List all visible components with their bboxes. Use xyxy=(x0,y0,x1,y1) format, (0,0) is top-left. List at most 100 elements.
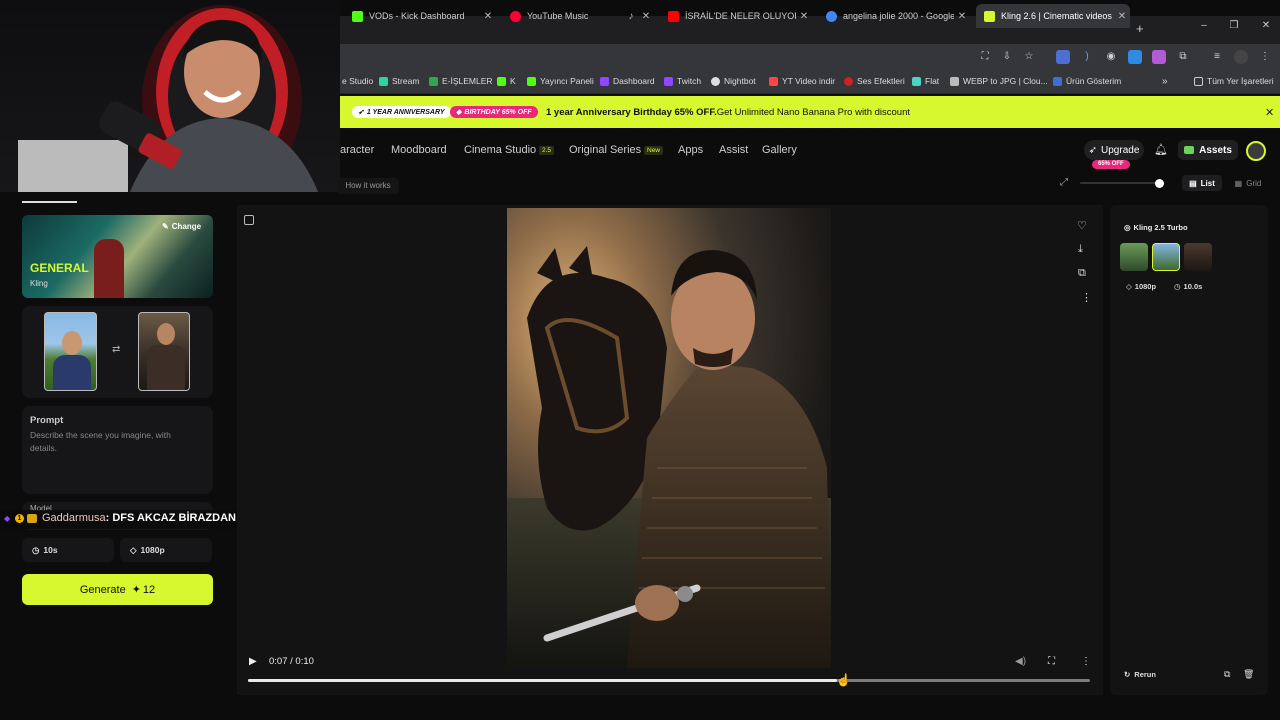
nav-gallery[interactable]: Gallery xyxy=(762,144,797,156)
nav-original-series[interactable]: Original Series xyxy=(569,144,641,156)
user-avatar[interactable] xyxy=(1246,141,1266,161)
minimize-button[interactable]: – xyxy=(1194,20,1214,31)
close-icon[interactable]: ✕ xyxy=(1114,11,1130,22)
play-icon[interactable]: ▶ xyxy=(249,656,257,667)
tab-google-search[interactable]: angelina jolie 2000 - Google'da ✕ xyxy=(818,4,970,28)
profile-avatar[interactable] xyxy=(1234,50,1248,64)
model-name-tag: ◎ Kling 2.5 Turbo xyxy=(1124,223,1188,232)
preset-figure xyxy=(94,239,124,298)
bookmark-item[interactable]: Ürün Gösterim xyxy=(1053,76,1121,86)
promo-subtext: Get Unlimited Nano Banana Pro with disco… xyxy=(716,107,911,118)
character-thumbnail[interactable] xyxy=(1184,243,1212,271)
video-progress-bar[interactable] xyxy=(248,679,1090,682)
close-icon[interactable]: ✕ xyxy=(796,11,812,22)
more-menu-icon[interactable]: ⋮ xyxy=(1258,50,1272,64)
promo-text[interactable]: 1 year Anniversary Birthday 65% OFF.Get … xyxy=(546,107,910,118)
face-thumbnail[interactable] xyxy=(1152,243,1180,271)
close-icon[interactable]: ✕ xyxy=(638,11,654,22)
prompt-input[interactable]: Prompt Describe the scene you imagine, w… xyxy=(22,406,213,494)
tab-youtube-video[interactable]: İSRAİL'DE NELER OLUYOR? | Bi ✕ xyxy=(660,4,812,28)
bookmark-item[interactable]: Flat xyxy=(912,76,939,86)
bookmark-item[interactable]: Twitch xyxy=(664,76,701,86)
upgrade-button[interactable]: ➶ Upgrade xyxy=(1084,140,1144,160)
bookmark-item[interactable]: YT Video indir xyxy=(769,76,835,86)
mute-icon[interactable]: ◀) xyxy=(1015,656,1026,667)
tab-youtube-music[interactable]: YouTube Music ♪ ✕ xyxy=(502,4,654,28)
bookmark-icon xyxy=(664,76,673,86)
nav-assist[interactable]: Assist xyxy=(719,144,748,156)
zoom-slider[interactable] xyxy=(1080,182,1164,184)
bookmarks-overflow-button[interactable]: » xyxy=(1162,76,1168,87)
purple-extension-icon[interactable] xyxy=(1152,50,1166,64)
copy-icon[interactable]: ⧉ xyxy=(1224,669,1230,680)
heart-icon[interactable]: ♡ xyxy=(1077,219,1087,232)
change-button[interactable]: ✎ Change xyxy=(162,222,201,231)
more-options-icon[interactable]: ⋮ xyxy=(1081,291,1092,304)
nav-moodboard[interactable]: Moodboard xyxy=(391,144,447,156)
video-more-icon[interactable]: ⋮ xyxy=(1081,656,1091,667)
star-icon[interactable]: ☆ xyxy=(1022,50,1036,64)
zoom-slider-handle[interactable] xyxy=(1155,179,1164,188)
nav-cinema-studio[interactable]: Cinema Studio xyxy=(464,144,536,156)
speaker-icon[interactable]: ♪ xyxy=(624,11,638,22)
all-bookmarks-folder[interactable]: Tüm Yer İşaretleri xyxy=(1194,76,1274,86)
bookmark-item[interactable]: Ses Efektleri xyxy=(844,76,905,86)
tab-kling[interactable]: Kling 2.6 | Cinematic videos wit ✕ xyxy=(976,4,1130,28)
nav-character[interactable]: aracter xyxy=(340,144,374,156)
download-extension-icon[interactable] xyxy=(1128,50,1142,64)
copy-icon[interactable]: ⧉ xyxy=(1078,267,1086,280)
extension-icon[interactable] xyxy=(1056,50,1070,64)
list-view-toggle[interactable]: ▤ List xyxy=(1182,175,1222,191)
tab-label: angelina jolie 2000 - Google'da xyxy=(843,11,954,21)
puzzle-icon[interactable]: ⧉ xyxy=(1176,50,1190,64)
close-icon[interactable]: ✕ xyxy=(480,11,496,22)
generate-button[interactable]: Generate ✦ 12 xyxy=(22,574,213,605)
media-control-icon[interactable]: ≡ xyxy=(1210,50,1224,64)
grid-view-toggle[interactable]: ▦ Grid xyxy=(1228,175,1268,191)
bookmark-item[interactable]: Yayıncı Paneli xyxy=(527,76,594,86)
preset-card[interactable]: ✎ Change GENERAL Kling xyxy=(22,215,213,298)
bookmark-label: e Studio xyxy=(342,76,374,86)
duration-selector[interactable]: ◷ 10s xyxy=(22,538,114,562)
promo-close-button[interactable]: ✕ xyxy=(1265,106,1274,119)
bell-icon[interactable]: 🔔︎ xyxy=(1154,143,1168,156)
how-it-works-button[interactable]: How it works xyxy=(337,178,399,194)
select-checkbox[interactable] xyxy=(244,215,254,225)
bookmark-item[interactable]: Nightbot xyxy=(711,76,756,86)
time-display: 0:07 / 0:10 xyxy=(269,656,314,667)
new-tab-button[interactable]: + xyxy=(1136,21,1144,36)
bookmark-icon xyxy=(711,76,720,86)
maximize-button[interactable]: ❐ xyxy=(1224,20,1244,31)
translate-icon[interactable]: ⛶ xyxy=(978,50,992,64)
bookmark-label: Yayıncı Paneli xyxy=(540,76,594,86)
resolution-selector[interactable]: ◇ 1080p xyxy=(120,538,212,562)
bookmark-item[interactable]: E-İŞLEMLER xyxy=(429,76,493,86)
promo-headline: 1 year Anniversary Birthday 65% OFF. xyxy=(546,107,717,118)
nav-apps[interactable]: Apps xyxy=(678,144,703,156)
expand-icon[interactable]: ⤢ xyxy=(1060,177,1068,188)
audio-extension-icon[interactable]: ) xyxy=(1080,50,1094,64)
download-icon[interactable]: ⤓ xyxy=(1078,243,1083,256)
source-face-image[interactable] xyxy=(44,312,97,391)
bookmark-label: Nightbot xyxy=(724,76,756,86)
trash-icon[interactable]: 🗑︎ xyxy=(1243,669,1254,680)
install-app-icon[interactable]: ⇩ xyxy=(1000,50,1014,64)
bookmark-item[interactable]: Dashboard xyxy=(600,76,655,86)
assets-button[interactable]: Assets xyxy=(1178,140,1238,160)
target-character-image[interactable] xyxy=(138,312,190,391)
close-icon[interactable]: ✕ xyxy=(954,11,970,22)
tab-kick-vods[interactable]: VODs - Kick Dashboard ✕ xyxy=(344,4,496,28)
swap-icon[interactable]: ⇄ xyxy=(112,344,120,355)
camera-icon[interactable]: ◉ xyxy=(1104,50,1118,64)
bookmark-label: Ürün Gösterim xyxy=(1066,76,1122,86)
input-thumbnail[interactable] xyxy=(1120,243,1148,271)
bookmark-item[interactable]: WEBP to JPG | Clou... xyxy=(950,76,1048,86)
bookmark-item[interactable]: Stream xyxy=(379,76,419,86)
video-frame[interactable] xyxy=(507,208,831,668)
bookmark-item[interactable]: e Studio xyxy=(342,76,373,86)
close-window-button[interactable]: ✕ xyxy=(1256,20,1276,31)
rerun-button[interactable]: ↻ Rerun xyxy=(1124,670,1156,679)
fullscreen-icon[interactable]: ⛶ xyxy=(1048,656,1055,667)
bookmark-item[interactable]: K xyxy=(497,76,516,86)
assets-label: Assets xyxy=(1199,144,1232,156)
